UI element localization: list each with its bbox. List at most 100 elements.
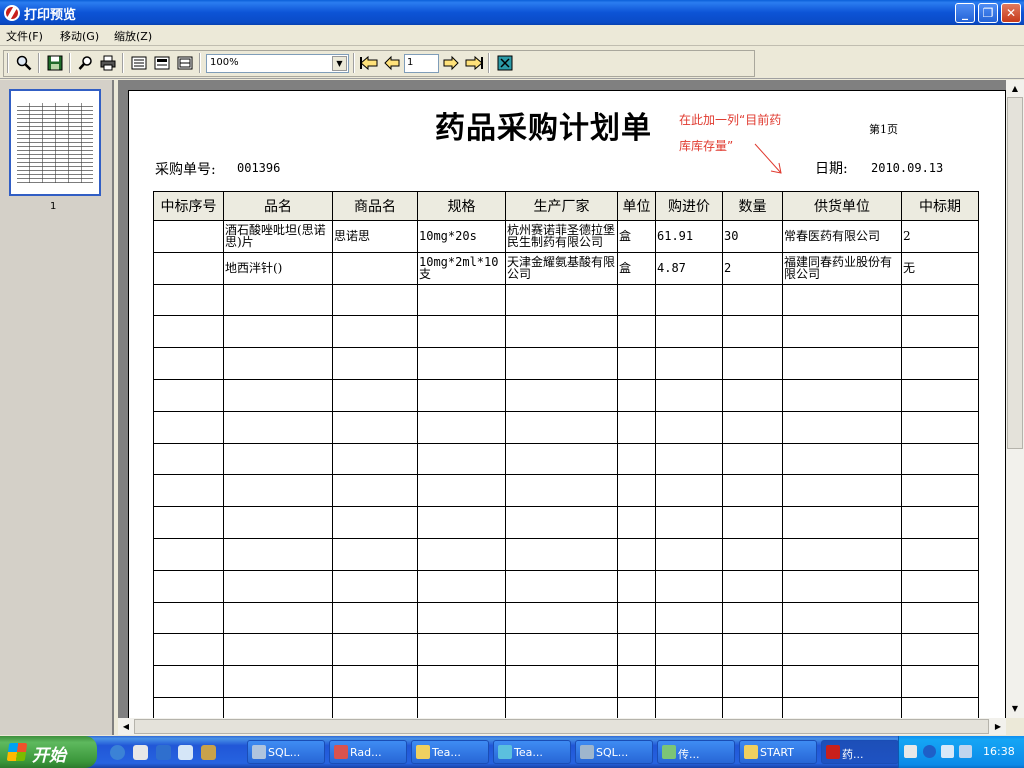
table-cell bbox=[417, 601, 506, 635]
close-button[interactable]: ✕ bbox=[1001, 3, 1021, 23]
taskbar-button[interactable]: SQL... bbox=[247, 740, 325, 764]
document-quicklaunch-icon[interactable] bbox=[133, 745, 148, 760]
save-icon[interactable] bbox=[45, 53, 65, 73]
menu-file[interactable]: 文件(F) bbox=[6, 28, 43, 44]
table-cell bbox=[223, 378, 333, 412]
table-cell bbox=[223, 283, 333, 317]
close-preview-icon[interactable] bbox=[495, 53, 515, 73]
page-number-input[interactable]: 1 bbox=[404, 54, 439, 73]
minimize-button[interactable]: _ bbox=[955, 3, 975, 23]
taskbar-button[interactable]: 传... bbox=[657, 740, 735, 764]
next-page-icon[interactable] bbox=[441, 53, 461, 73]
table-cell: 61.91 bbox=[655, 220, 723, 253]
keyboard-icon[interactable] bbox=[904, 745, 917, 758]
table-cell bbox=[722, 315, 783, 349]
table-cell bbox=[617, 410, 656, 444]
table-cell bbox=[617, 283, 656, 317]
table-cell bbox=[722, 410, 783, 444]
table-cell bbox=[655, 569, 723, 603]
column-header: 购进价 bbox=[655, 191, 723, 221]
table-cell bbox=[153, 506, 224, 539]
table-cell bbox=[655, 315, 723, 349]
task-app-icon bbox=[252, 745, 266, 759]
table-cell bbox=[332, 283, 418, 317]
chevron-down-icon[interactable]: ▼ bbox=[332, 56, 347, 71]
table-cell: 10mg*20s bbox=[417, 220, 506, 253]
horizontal-scrollbar[interactable]: ◀ ▶ bbox=[118, 718, 1006, 735]
table-cell bbox=[332, 378, 418, 412]
table-cell: 地西泮针() bbox=[223, 251, 333, 285]
table-cell bbox=[782, 378, 902, 412]
taskbar-button[interactable]: Rad... bbox=[329, 740, 407, 764]
table-cell bbox=[417, 378, 506, 412]
task-app-icon bbox=[662, 745, 676, 759]
single-page-icon[interactable] bbox=[129, 53, 149, 73]
find-icon[interactable] bbox=[76, 53, 96, 73]
table-cell bbox=[901, 347, 979, 380]
first-page-icon[interactable] bbox=[359, 53, 379, 73]
table-cell bbox=[332, 251, 418, 285]
po-number-label: 采购单号: bbox=[155, 162, 216, 178]
print-icon[interactable] bbox=[98, 53, 118, 73]
tray-expand-icon[interactable] bbox=[923, 745, 936, 758]
network-icon[interactable] bbox=[959, 745, 972, 758]
table-cell bbox=[223, 506, 333, 539]
toolbar-separator bbox=[38, 53, 40, 73]
zoom-select[interactable]: 100% ▼ bbox=[206, 54, 349, 73]
table-cell bbox=[901, 696, 979, 718]
taskbar-button[interactable]: START bbox=[739, 740, 817, 764]
toolbar-separator bbox=[199, 53, 201, 73]
taskbar-button[interactable]: Tea... bbox=[411, 740, 489, 764]
task-app-icon bbox=[334, 745, 348, 759]
table-cell bbox=[332, 410, 418, 444]
table-cell bbox=[722, 665, 783, 698]
page-thumbnail[interactable] bbox=[9, 89, 101, 196]
menu-zoom[interactable]: 缩放(Z) bbox=[114, 28, 152, 44]
previous-page-icon[interactable] bbox=[382, 53, 402, 73]
table-cell bbox=[782, 665, 902, 698]
table-cell bbox=[655, 410, 723, 444]
restore-button[interactable]: ❐ bbox=[978, 3, 998, 23]
table-cell bbox=[332, 506, 418, 539]
horizontal-scroll-thumb[interactable] bbox=[134, 719, 989, 734]
table-cell bbox=[782, 696, 902, 718]
start-button[interactable]: 开始 bbox=[0, 736, 97, 768]
scroll-left-icon[interactable]: ◀ bbox=[118, 719, 134, 735]
table-cell bbox=[417, 410, 506, 444]
table-row bbox=[153, 696, 979, 718]
network-quicklaunch-icon[interactable] bbox=[156, 745, 171, 760]
zoom-icon[interactable] bbox=[14, 53, 34, 73]
table-cell bbox=[223, 442, 333, 476]
table-cell bbox=[655, 601, 723, 635]
table-cell: 盒 bbox=[617, 220, 656, 253]
network-icon[interactable] bbox=[941, 745, 954, 758]
table-cell bbox=[505, 410, 618, 444]
explorer-quicklaunch-icon[interactable] bbox=[178, 745, 193, 760]
scroll-up-icon[interactable]: ▲ bbox=[1007, 81, 1023, 97]
menu-move[interactable]: 移动(G) bbox=[60, 28, 99, 44]
table-cell bbox=[505, 474, 618, 508]
vertical-scrollbar[interactable]: ▲ ▼ bbox=[1006, 80, 1024, 718]
last-page-icon[interactable] bbox=[464, 53, 484, 73]
taskbar-button[interactable]: SQL... bbox=[575, 740, 653, 764]
table-cell bbox=[153, 537, 224, 571]
table-cell bbox=[223, 315, 333, 349]
table-row bbox=[153, 347, 979, 380]
scroll-right-icon[interactable]: ▶ bbox=[990, 719, 1006, 735]
taskbar: 开始 SQL... Rad... Tea... Tea... SQL... 传... STA… bbox=[0, 736, 1024, 768]
vertical-scroll-thumb[interactable] bbox=[1007, 97, 1023, 449]
taskbar-button[interactable]: 药... bbox=[821, 740, 899, 764]
app-icon bbox=[4, 5, 20, 21]
scroll-down-icon[interactable]: ▼ bbox=[1007, 701, 1023, 717]
two-page-icon[interactable] bbox=[152, 53, 172, 73]
table-cell bbox=[782, 315, 902, 349]
table-cell bbox=[655, 506, 723, 539]
table-cell bbox=[417, 569, 506, 603]
tool-quicklaunch-icon[interactable] bbox=[201, 745, 216, 760]
multi-page-icon[interactable] bbox=[175, 53, 195, 73]
table-row bbox=[153, 569, 979, 603]
table-cell bbox=[417, 474, 506, 508]
ie-quicklaunch-icon[interactable] bbox=[110, 745, 125, 760]
taskbar-button[interactable]: Tea... bbox=[493, 740, 571, 764]
task-app-icon bbox=[416, 745, 430, 759]
